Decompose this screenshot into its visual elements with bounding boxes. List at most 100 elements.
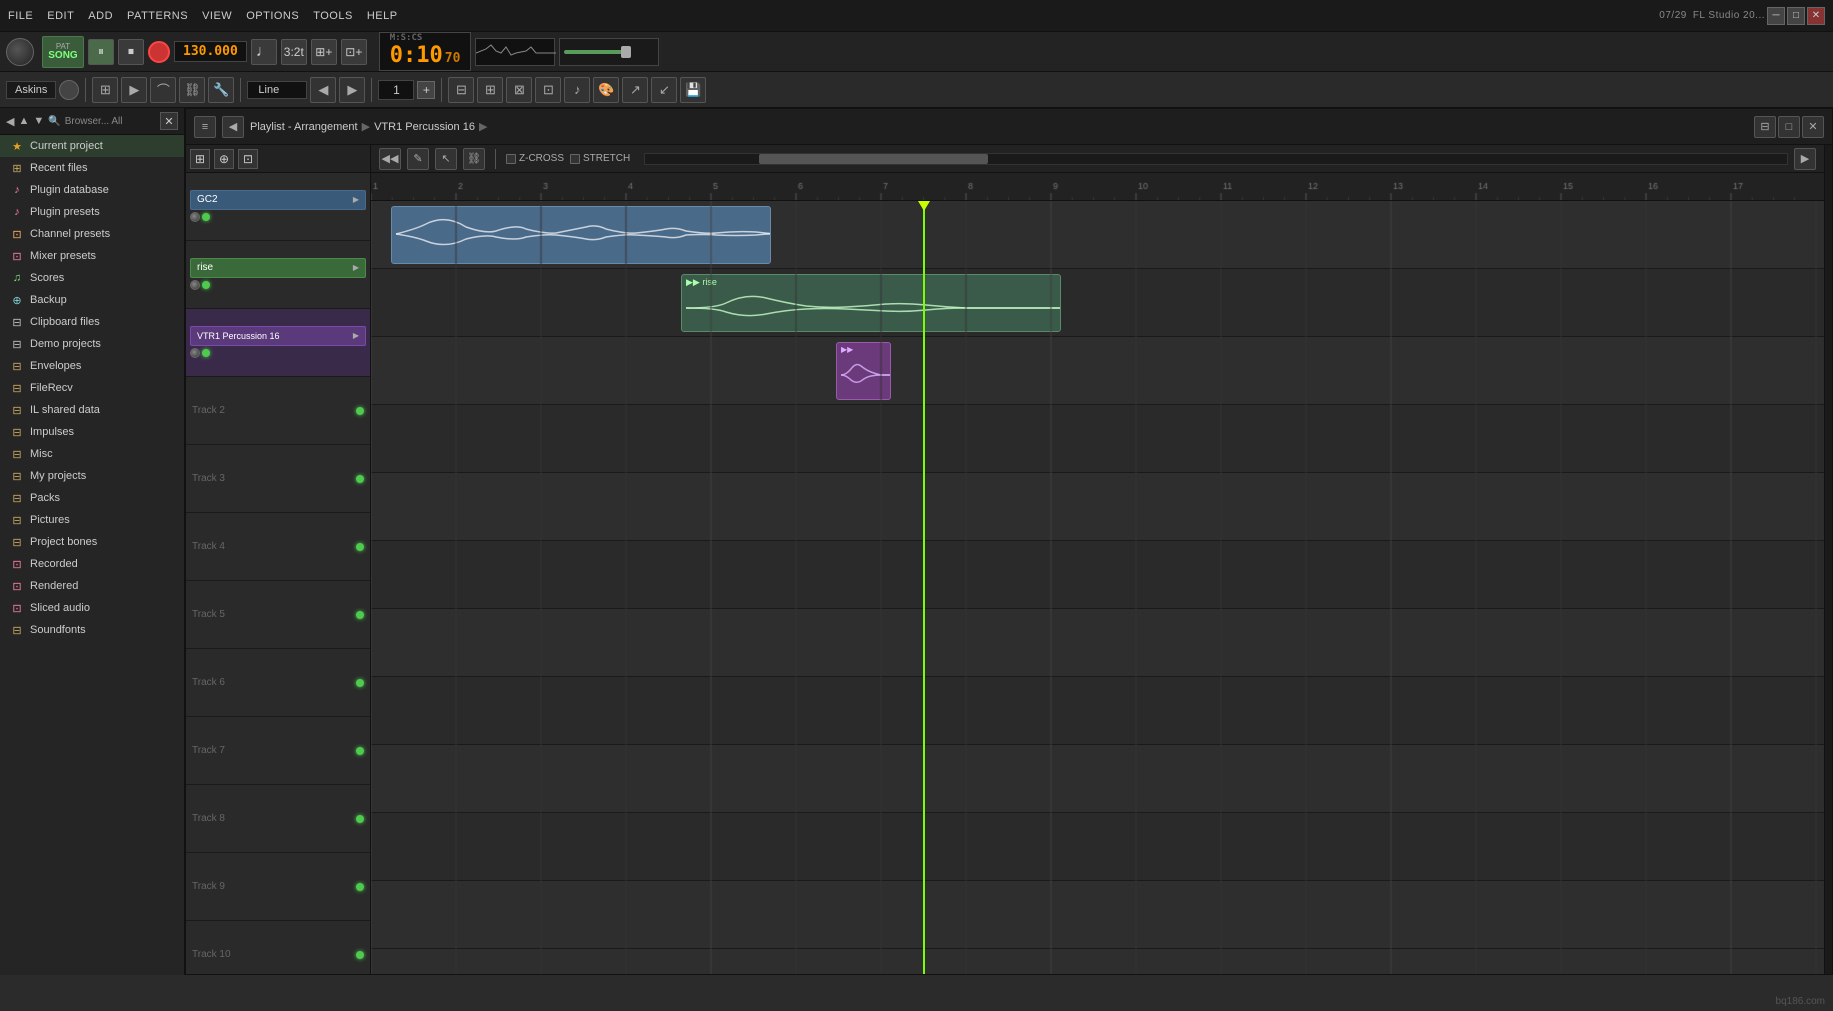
minimize-button[interactable]: ─: [1767, 7, 1785, 25]
track-4-led-right[interactable]: [356, 543, 364, 551]
maximize-button[interactable]: □: [1787, 7, 1805, 25]
tb-grid2-button[interactable]: ⊟: [448, 77, 474, 103]
sidebar-item-il-shared[interactable]: ⊟ IL shared data: [0, 399, 184, 421]
sidebar-item-rendered[interactable]: ⊡ Rendered: [0, 575, 184, 597]
sidebar-fwd[interactable]: ▲: [18, 115, 29, 127]
sidebar-item-pictures[interactable]: ⊟ Pictures: [0, 509, 184, 531]
volume-slider[interactable]: [559, 38, 659, 66]
track-1-led[interactable]: [202, 213, 210, 221]
track-3-name-box[interactable]: VTR1 Percussion 16 ▶: [190, 326, 366, 346]
tl-pencil[interactable]: ✎: [407, 148, 429, 170]
tb-grid-button[interactable]: ⊞: [92, 77, 118, 103]
tl-block-rise[interactable]: ▶▶ rise: [681, 274, 1061, 332]
tb-arrow-right[interactable]: ▶: [121, 77, 147, 103]
mixer-button[interactable]: ⊡+: [341, 39, 367, 65]
track-tool-btn-3[interactable]: ⊡: [238, 149, 258, 169]
tb-down-button[interactable]: ↙: [651, 77, 677, 103]
track-9-led-right[interactable]: [356, 883, 364, 891]
menu-tools[interactable]: TOOLS: [313, 10, 353, 22]
tl-block-gc2[interactable]: [391, 206, 771, 264]
track-8-led-right[interactable]: [356, 815, 364, 823]
menu-view[interactable]: VIEW: [202, 10, 232, 22]
track-2-knob[interactable]: [190, 280, 200, 290]
sidebar-item-impulses[interactable]: ⊟ Impulses: [0, 421, 184, 443]
stretch-checkbox[interactable]: [570, 154, 580, 164]
playlist-nav-left[interactable]: ◀: [222, 116, 244, 138]
track-3-led[interactable]: [202, 349, 210, 357]
sidebar-item-scores[interactable]: ♫ Scores: [0, 267, 184, 289]
menu-options[interactable]: OPTIONS: [246, 10, 299, 22]
sidebar-item-my-projects[interactable]: ⊟ My projects: [0, 465, 184, 487]
tb-link-button[interactable]: ⛓: [179, 77, 205, 103]
num-plus-button[interactable]: +: [417, 81, 435, 99]
metronome-button[interactable]: ♩: [251, 39, 277, 65]
sidebar-item-clipboard[interactable]: ⊟ Clipboard files: [0, 311, 184, 333]
sidebar-item-misc[interactable]: ⊟ Misc: [0, 443, 184, 465]
bpm-display[interactable]: 130.000: [174, 41, 247, 62]
track-2-led-right[interactable]: [356, 407, 364, 415]
zcross-checkbox[interactable]: [506, 154, 516, 164]
stretch-option[interactable]: STRETCH: [570, 153, 630, 164]
play-pause-button[interactable]: ⏸: [88, 39, 114, 65]
track-3-led-right[interactable]: [356, 475, 364, 483]
sidebar-item-recent-files[interactable]: ⊞ Recent files: [0, 157, 184, 179]
sidebar-item-filerecv[interactable]: ⊟ FileRecv: [0, 377, 184, 399]
sidebar-item-current-project[interactable]: ★ Current project: [0, 135, 184, 157]
tb-merge-button[interactable]: ⊠: [506, 77, 532, 103]
sidebar-item-envelopes[interactable]: ⊟ Envelopes: [0, 355, 184, 377]
sidebar-item-plugin-presets[interactable]: ♪ Plugin presets: [0, 201, 184, 223]
playlist-close-button[interactable]: ✕: [1802, 116, 1824, 138]
tb-note-button[interactable]: ♪: [564, 77, 590, 103]
sidebar-search-icon[interactable]: 🔍: [48, 116, 60, 127]
menu-edit[interactable]: EDIT: [47, 10, 74, 22]
tb-arrow-button[interactable]: ↗: [622, 77, 648, 103]
tb-curve-button[interactable]: ⌒: [150, 77, 176, 103]
h-scrollbar-track[interactable]: [644, 153, 1788, 165]
playlist-detach-button[interactable]: ⊟: [1754, 116, 1776, 138]
knob-button[interactable]: [59, 80, 79, 100]
track-tool-btn-1[interactable]: ⊞: [190, 149, 210, 169]
track-2-led[interactable]: [202, 281, 210, 289]
tl-scroll-right[interactable]: ▶: [1794, 148, 1816, 170]
tb-line-arrow-right[interactable]: ▶: [339, 77, 365, 103]
tb-split-button[interactable]: ⊞: [477, 77, 503, 103]
sidebar-item-sliced-audio[interactable]: ⊡ Sliced audio: [0, 597, 184, 619]
sidebar-item-channel-presets[interactable]: ⊡ Channel presets: [0, 223, 184, 245]
zcross-option[interactable]: Z-CROSS: [506, 153, 564, 164]
menu-file[interactable]: FILE: [8, 10, 33, 22]
menu-help[interactable]: HELP: [367, 10, 398, 22]
tb-line-arrow-left[interactable]: ◀: [310, 77, 336, 103]
track-1-knob[interactable]: [190, 212, 200, 222]
tl-chain[interactable]: ⛓: [463, 148, 485, 170]
right-resize-handle[interactable]: [1824, 145, 1832, 974]
sidebar-item-recorded[interactable]: ⊡ Recorded: [0, 553, 184, 575]
playlist-maximize-button[interactable]: □: [1778, 116, 1800, 138]
sidebar-item-mixer-presets[interactable]: ⊡ Mixer presets: [0, 245, 184, 267]
sidebar-close-button[interactable]: ✕: [160, 112, 178, 130]
menu-patterns[interactable]: PATTERNS: [127, 10, 188, 22]
time-sig-button[interactable]: 3:2t: [281, 39, 307, 65]
tl-cursor[interactable]: ↖: [435, 148, 457, 170]
track-1-name-box[interactable]: GC2 ▶: [190, 190, 366, 210]
sidebar-item-project-bones[interactable]: ⊟ Project bones: [0, 531, 184, 553]
close-button[interactable]: ✕: [1807, 7, 1825, 25]
sidebar-item-soundfonts[interactable]: ⊟ Soundfonts: [0, 619, 184, 641]
tl-block-vtr1[interactable]: ▶▶: [836, 342, 891, 400]
stop-button[interactable]: ⏹: [118, 39, 144, 65]
track-tool-btn-2[interactable]: ⊕: [214, 149, 234, 169]
sidebar-item-demo[interactable]: ⊟ Demo projects: [0, 333, 184, 355]
track-6-led-right[interactable]: [356, 679, 364, 687]
sidebar-item-plugin-database[interactable]: ♪ Plugin database: [0, 179, 184, 201]
sidebar-up[interactable]: ▼: [33, 115, 44, 127]
menu-add[interactable]: ADD: [88, 10, 113, 22]
tb-quantize-button[interactable]: ⊡: [535, 77, 561, 103]
track-5-led-right[interactable]: [356, 611, 364, 619]
pat-song-toggle[interactable]: PAT SONG: [42, 36, 84, 68]
tb-color-button[interactable]: 🎨: [593, 77, 619, 103]
tl-nav-left[interactable]: ◀◀: [379, 148, 401, 170]
track-3-knob[interactable]: [190, 348, 200, 358]
track-10-led-right[interactable]: [356, 951, 364, 959]
tb-stamp-button[interactable]: 🔧: [208, 77, 234, 103]
line-selector[interactable]: Line: [247, 81, 307, 99]
playlist-menu-button[interactable]: ≡: [194, 116, 216, 138]
